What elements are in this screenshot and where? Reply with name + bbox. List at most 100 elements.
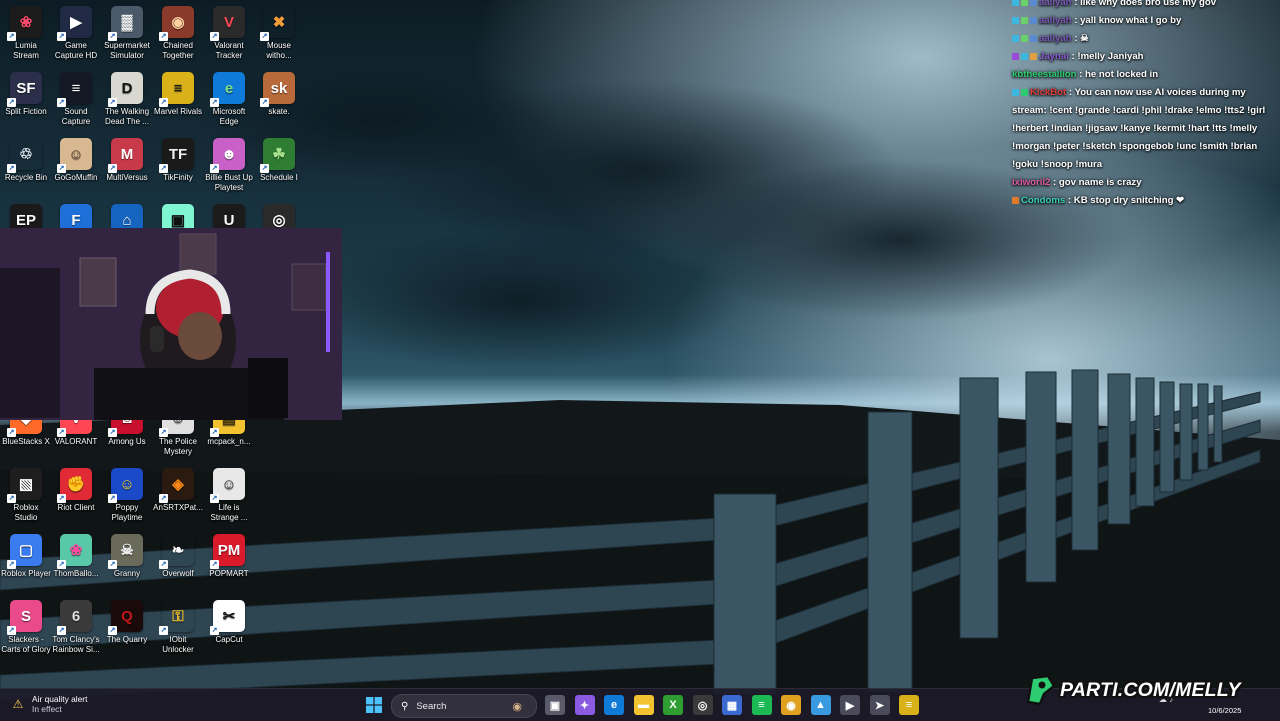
chat-text: : ☠ <box>1071 33 1089 44</box>
chat-text: : he not locked in <box>1076 69 1159 80</box>
desktop-icon[interactable]: ✂ ↗ CapCut <box>203 600 255 645</box>
chat-message: Condoms : KB stop dry snitching ❤ <box>1012 192 1278 210</box>
chat-message: aaliyah : yall know what I go by <box>1012 12 1278 30</box>
gogomuffin-icon: ☺ ↗ <box>57 138 92 173</box>
chat-message: aaliyah : ☠ <box>1012 30 1278 48</box>
stream-chat: aaliyah : like why does bro use my gov aa… <box>1012 0 1278 210</box>
desktop-icon[interactable]: TF ↗ TikFinity <box>152 138 204 183</box>
iobit-unlocker-icon: ⚿ ↗ <box>159 600 194 635</box>
shortcut-arrow-icon: ↗ <box>159 32 168 41</box>
desktop-icon[interactable]: ◉ ↗ Chained Together <box>152 6 204 61</box>
desktop-icon[interactable]: ❀ ↗ ThomBallo... <box>50 534 102 579</box>
desktop-icon[interactable]: sk ↗ skate. <box>253 72 305 117</box>
marvel-rivals-icon: ≡ ↗ <box>159 72 194 107</box>
desktop-icon[interactable]: Q ↗ The Quarry <box>101 600 153 645</box>
chat-message: kbtheestallion : he not locked in <box>1012 66 1278 84</box>
file-explorer-icon[interactable]: ▬ <box>633 695 654 715</box>
shortcut-arrow-icon: ↗ <box>159 494 168 503</box>
chat-username: Jaynai <box>1039 51 1069 62</box>
chat-badge-icon <box>1021 16 1028 24</box>
desktop-icon[interactable]: ☘ ↗ Schedule I <box>253 138 305 183</box>
chat-badge-icon <box>1021 88 1028 96</box>
shortcut-arrow-icon: ↗ <box>7 560 16 569</box>
lumia-icon: ❀ ↗ <box>7 6 42 41</box>
shortcut-arrow-icon: ↗ <box>108 626 117 635</box>
desktop-icon[interactable]: ≡ ↗ Marvel Rivals <box>152 72 204 117</box>
chat-badge-icon <box>1021 52 1028 60</box>
desktop-icon[interactable]: ⚿ ↗ IObit Unlocker <box>152 600 204 655</box>
weather-title: Air quality alert <box>32 694 88 704</box>
chat-username: ixiworil2 <box>1012 177 1051 188</box>
desktop-icon[interactable]: ✊ ↗ Riot Client <box>50 468 102 513</box>
desktop-icon[interactable]: D ↗ The Walking Dead The ... <box>101 72 153 127</box>
chat-username: KickBot <box>1030 87 1067 98</box>
ansrtx-icon: ◈ ↗ <box>159 468 194 503</box>
chat-message: Jaynai : !melly Janiyah <box>1012 48 1278 66</box>
desktop-icon[interactable]: ✖ ↗ Mouse witho... <box>253 6 305 61</box>
desktop-icon[interactable]: ☺ ↗ GoGoMuffin <box>50 138 102 183</box>
obs-icon[interactable]: ◎ <box>692 695 713 715</box>
desktop-icon[interactable]: ☺ ↗ Poppy Playtime <box>101 468 153 523</box>
air-quality-warning-icon: ⚠ <box>12 697 24 711</box>
shortcut-arrow-icon: ↗ <box>57 560 66 569</box>
desktop-icon[interactable]: ☺ ↗ Life is Strange ... <box>203 468 255 523</box>
arrow-app-icon[interactable]: ➤ <box>869 695 890 715</box>
edge-taskbar-icon[interactable]: e <box>604 695 624 715</box>
marvel-rivals-taskbar-icon[interactable]: ≡ <box>899 695 919 715</box>
spotify-icon[interactable]: ≡ <box>751 695 772 715</box>
store-icon[interactable]: ▦ <box>722 695 742 715</box>
chrome-icon[interactable]: ◉ <box>781 695 801 715</box>
media-player-icon[interactable]: ▶ <box>840 695 860 715</box>
shortcut-arrow-icon: ↗ <box>57 32 66 41</box>
desktop-icon[interactable]: PM ↗ POPMART <box>203 534 255 579</box>
shortcut-arrow-icon: ↗ <box>210 98 219 107</box>
shortcut-arrow-icon: ↗ <box>7 428 16 437</box>
shortcut-arrow-icon: ↗ <box>210 164 219 173</box>
chat-username: Condoms <box>1021 195 1066 206</box>
desktop-icon[interactable]: ▶ ↗ Game Capture HD <box>50 6 102 61</box>
weather-widget[interactable]: ⚠ Air quality alert In effect <box>10 694 88 714</box>
desktop-icon[interactable]: ❧ ↗ Overwolf <box>152 534 204 579</box>
desktop-icon[interactable]: ▓ ↗ Supermarket Simulator <box>101 6 153 61</box>
desktop-icon-label: Life is Strange ... <box>210 503 248 522</box>
shortcut-arrow-icon: ↗ <box>210 626 219 635</box>
desktop-icon[interactable]: e ↗ Microsoft Edge <box>203 72 255 127</box>
chat-badge-icon <box>1030 16 1037 24</box>
shortcut-arrow-icon: ↗ <box>57 494 66 503</box>
xbox-icon[interactable]: X <box>663 695 683 715</box>
desktop-icon[interactable]: M ↗ MultiVersus <box>101 138 153 183</box>
shortcut-arrow-icon: ↗ <box>57 164 66 173</box>
desktop-icon-label: CapCut <box>215 635 243 644</box>
webcam-feed <box>0 228 342 420</box>
desktop-icon[interactable]: ☠ ↗ Granny <box>101 534 153 579</box>
skate-icon: sk ↗ <box>260 72 295 107</box>
desktop-icon[interactable]: ☻ ↗ Billie Bust Up Playtest <box>203 138 255 193</box>
copilot-icon[interactable]: ✦ <box>574 695 595 715</box>
shortcut-arrow-icon: ↗ <box>108 98 117 107</box>
mouse-without-borders-icon: ✖ ↗ <box>260 6 295 41</box>
desktop-icon[interactable]: ≡ ↗ Sound Capture <box>50 72 102 127</box>
valorant-tracker-icon: V ↗ <box>210 6 245 41</box>
capcut-icon: ✂ ↗ <box>210 600 245 635</box>
taskbar-search[interactable]: ⚲ ◉ <box>391 694 537 718</box>
chat-message: KickBot : You can now use AI voices duri… <box>1012 84 1278 174</box>
desktop-icon-label: Mouse witho... <box>266 41 292 60</box>
shortcut-arrow-icon: ↗ <box>57 626 66 635</box>
search-input[interactable] <box>414 699 509 713</box>
search-highlight-icon: ◉ <box>512 700 522 713</box>
start-button[interactable] <box>364 695 384 715</box>
windows-logo-icon <box>366 697 382 713</box>
desktop-icon[interactable]: ▧ ↗ Roblox Studio <box>0 468 52 523</box>
chat-username: aaliyah <box>1039 0 1072 8</box>
parti-logo-icon <box>1026 674 1056 706</box>
chat-badge-icon <box>1021 34 1028 42</box>
task-view-icon[interactable]: ▣ <box>545 695 565 715</box>
desktop-icon[interactable]: ◈ ↗ AnSRTXPat... <box>152 468 204 513</box>
photos-icon[interactable]: ▲ <box>810 695 831 715</box>
chat-badge-icon <box>1012 34 1019 42</box>
chat-text: : You can now use AI voices during my st… <box>1012 87 1266 170</box>
shortcut-arrow-icon: ↗ <box>108 428 117 437</box>
desktop-icon-label: POPMART <box>209 569 249 578</box>
desktop-icon[interactable]: 6 ↗ Tom Clancy's Rainbow Si... <box>50 600 102 655</box>
game-capture-icon: ▶ ↗ <box>57 6 92 41</box>
